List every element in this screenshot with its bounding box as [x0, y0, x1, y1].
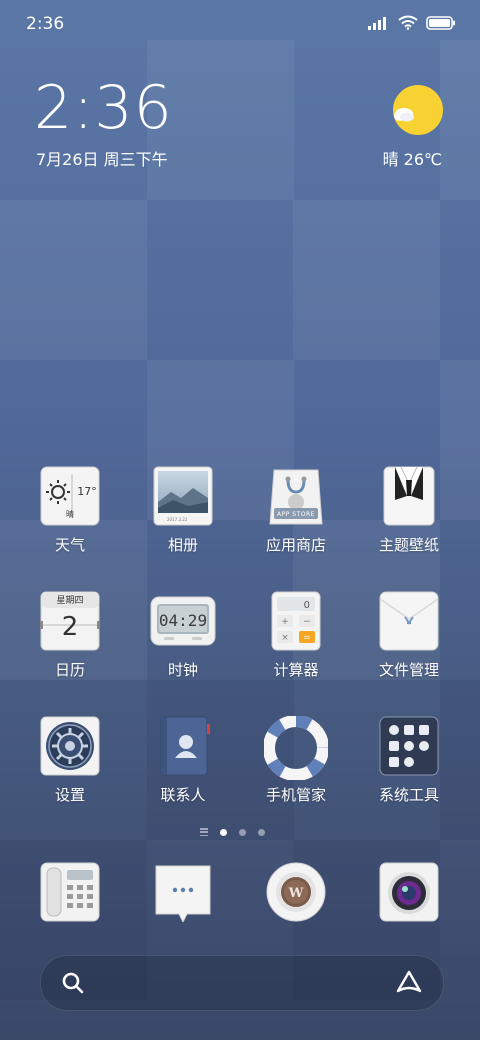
- file-manager-icon: [379, 591, 439, 651]
- signal-icon: [368, 16, 386, 30]
- weather-icon-temp: 17°: [77, 485, 97, 498]
- sun-cloud-icon[interactable]: [392, 84, 444, 136]
- weather-temperature: 26℃: [403, 150, 442, 169]
- app-label: 联系人: [160, 786, 206, 804]
- page-dot: [258, 828, 265, 836]
- system-tools-icon: [379, 716, 439, 776]
- camera-icon: [379, 862, 439, 922]
- app-label: 设置: [54, 786, 85, 804]
- app-label: 主题壁纸: [378, 536, 439, 554]
- status-time: 2:36: [26, 14, 65, 34]
- browser-icon: W: [266, 862, 326, 922]
- app-label: 日历: [54, 661, 85, 679]
- page-dot: [239, 828, 246, 836]
- app-settings[interactable]: 设置: [35, 716, 105, 805]
- app-label: 天气: [54, 536, 85, 554]
- app-label: 手机管家: [265, 786, 326, 804]
- clock-widget-time[interactable]: 2:36: [34, 78, 173, 138]
- themes-icon: [379, 466, 439, 526]
- app-label: 文件管理: [378, 661, 439, 679]
- security-lifebuoy-icon: [263, 715, 329, 781]
- svg-text:=: =: [303, 633, 311, 643]
- calendar-icon: 星期四 2: [40, 591, 100, 651]
- app-app-store[interactable]: APP STORE 应用商店: [261, 466, 331, 555]
- clock-widget-date[interactable]: 7月26日 周三下午: [36, 146, 168, 170]
- settings-icon: [40, 716, 100, 776]
- svg-text:+: +: [281, 617, 289, 627]
- messages-icon: [153, 862, 213, 924]
- page-indicator[interactable]: [200, 828, 265, 836]
- gallery-caption: 2017.3.22: [167, 517, 188, 522]
- svg-text:×: ×: [281, 633, 289, 643]
- gallery-icon: 2017.3.22: [153, 466, 213, 526]
- calculator-icon: 0 + − × =: [266, 591, 326, 651]
- app-themes[interactable]: 主题壁纸: [374, 466, 444, 555]
- dock-phone[interactable]: [35, 862, 105, 922]
- app-weather[interactable]: 17° 晴 天气: [35, 466, 105, 555]
- calendar-weekday: 星期四: [56, 595, 83, 606]
- app-label: 系统工具: [378, 786, 439, 804]
- page-dot-active: [220, 828, 227, 836]
- app-label: 时钟: [167, 661, 198, 679]
- app-gallery[interactable]: 2017.3.22 相册: [148, 466, 218, 555]
- app-file-manager[interactable]: 文件管理: [374, 591, 444, 680]
- weather-icon-cond: 晴: [66, 509, 74, 519]
- wifi-icon: [398, 15, 418, 30]
- dock-messages[interactable]: [148, 862, 218, 924]
- weather-condition: 晴: [382, 150, 399, 169]
- search-icon[interactable]: [61, 971, 85, 995]
- app-contacts[interactable]: 联系人: [148, 716, 218, 805]
- assistant-icon[interactable]: [395, 969, 423, 995]
- svg-text:−: −: [303, 617, 311, 627]
- svg-text:W: W: [288, 886, 304, 901]
- weather-widget-text[interactable]: 晴 26℃: [383, 146, 442, 170]
- app-clock[interactable]: 04:29 时钟: [148, 591, 218, 680]
- battery-icon: [426, 15, 455, 30]
- app-security[interactable]: 手机管家: [261, 715, 331, 805]
- app-label: 应用商店: [265, 536, 326, 554]
- clock-display: 04:29: [159, 611, 207, 630]
- search-bar[interactable]: [40, 955, 444, 1011]
- app-label: 计算器: [273, 661, 319, 679]
- status-bar: 2:36: [0, 0, 480, 50]
- app-calculator[interactable]: 0 + − × = 计算器: [261, 591, 331, 680]
- app-calendar[interactable]: 星期四 2 日历: [35, 591, 105, 680]
- contacts-icon: [153, 716, 213, 776]
- calculator-display: 0: [304, 600, 310, 611]
- calendar-day: 2: [62, 612, 79, 642]
- app-store-caption: APP STORE: [277, 511, 315, 518]
- dock-browser[interactable]: W: [261, 862, 331, 922]
- app-label: 相册: [167, 536, 198, 554]
- clock-icon: 04:29: [150, 591, 216, 651]
- phone-icon: [40, 862, 100, 922]
- app-store-icon: APP STORE: [266, 466, 326, 526]
- page-indicator-menu-icon: [200, 828, 208, 836]
- app-system-tools[interactable]: 系统工具: [374, 716, 444, 805]
- dock-camera[interactable]: [374, 862, 444, 922]
- weather-icon: 17° 晴: [40, 466, 100, 526]
